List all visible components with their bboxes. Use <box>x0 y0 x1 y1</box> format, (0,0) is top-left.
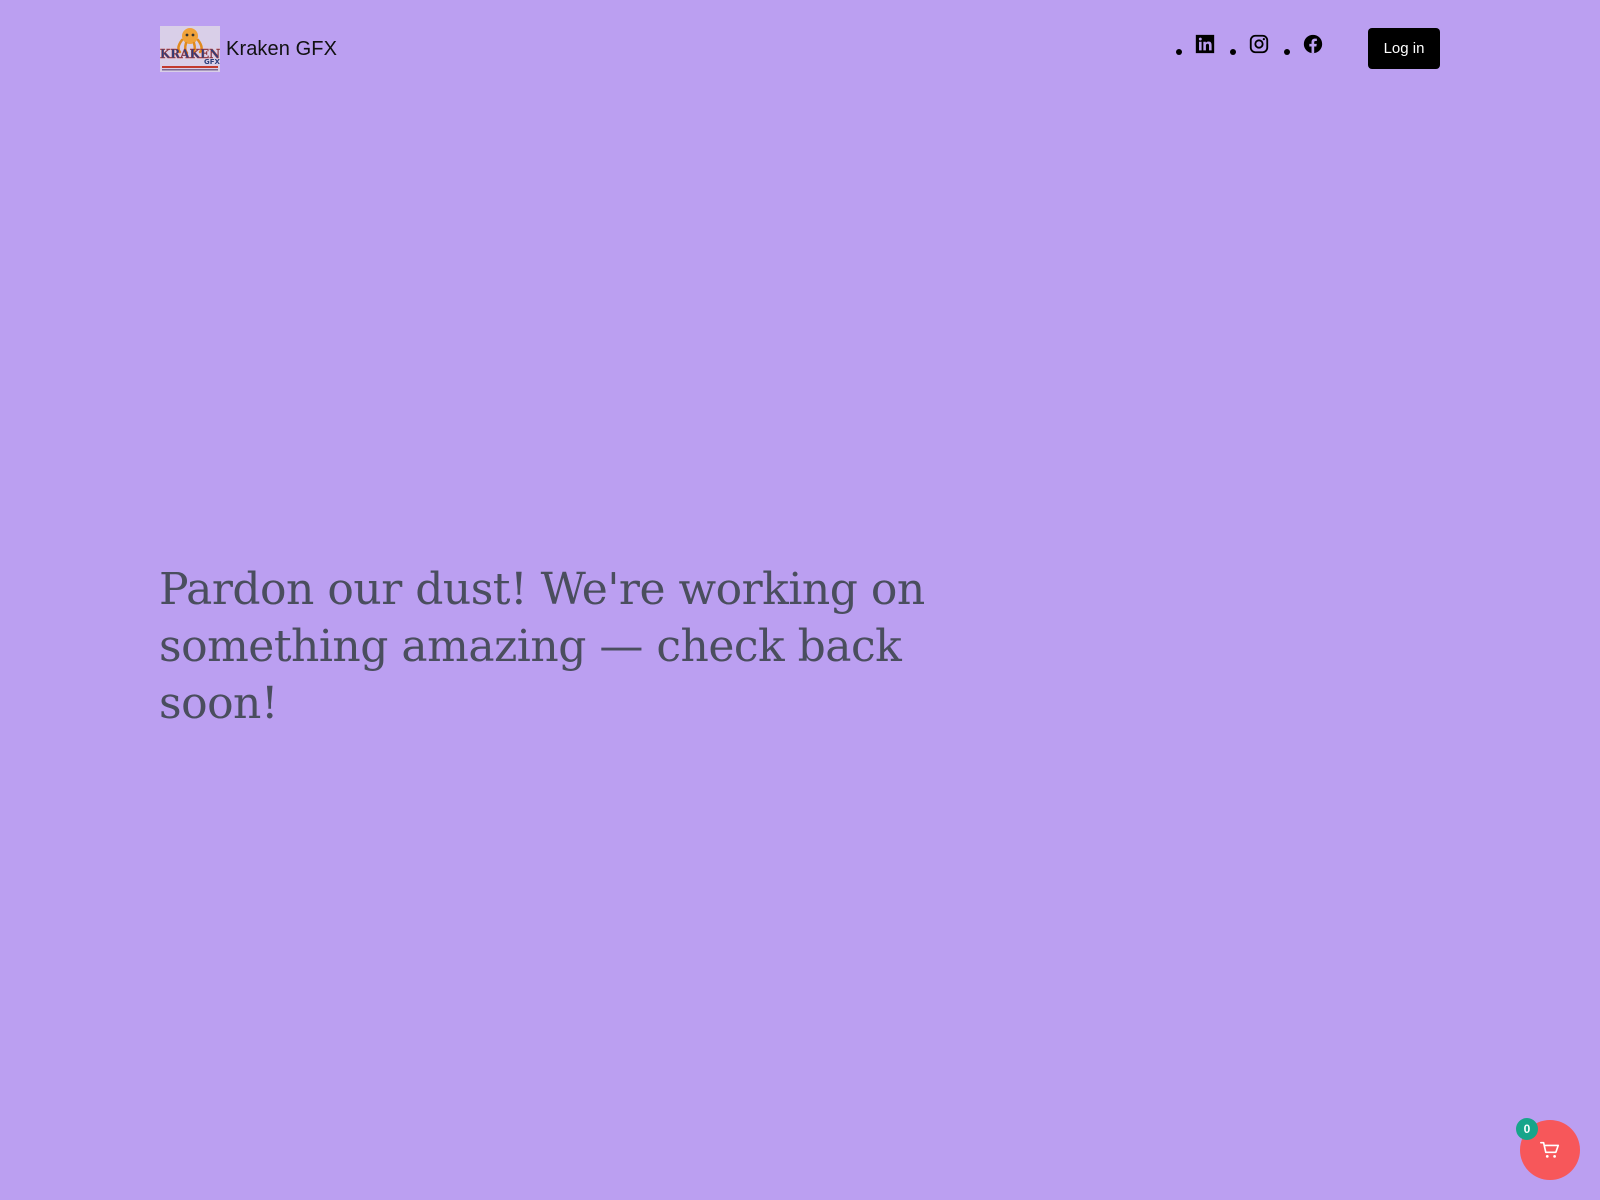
svg-text:GFX: GFX <box>204 58 220 66</box>
facebook-icon <box>1302 33 1324 55</box>
social-links <box>1176 30 1338 58</box>
separator-dot <box>1176 49 1182 55</box>
cart-count-badge: 0 <box>1516 1118 1538 1140</box>
login-button[interactable]: Log in <box>1368 28 1440 69</box>
logo-image: KRAKEN GFX <box>160 26 220 72</box>
instagram-icon <box>1248 33 1270 55</box>
facebook-link[interactable] <box>1302 33 1324 55</box>
site-header: KRAKEN GFX Kraken GFX Log in <box>0 0 1600 96</box>
separator-dot <box>1230 49 1236 55</box>
site-name: Kraken GFX <box>226 37 338 60</box>
instagram-link[interactable] <box>1248 33 1270 55</box>
linkedin-icon <box>1194 33 1216 55</box>
brand-link[interactable]: KRAKEN GFX Kraken GFX <box>160 26 337 72</box>
page-headline: Pardon our dust! We're working on someth… <box>159 564 925 729</box>
linkedin-link[interactable] <box>1194 33 1216 55</box>
separator-dot <box>1284 49 1290 55</box>
